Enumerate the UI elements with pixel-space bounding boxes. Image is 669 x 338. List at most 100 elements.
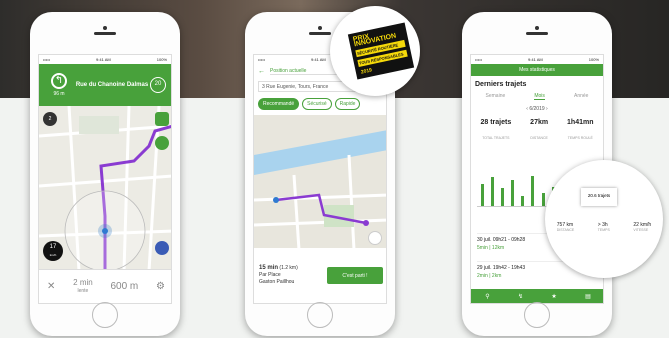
stats-header: Mes statistiques — [471, 64, 603, 76]
stats-title: Derniers trajets — [475, 81, 527, 88]
speed-limit-badge: 20 — [150, 77, 166, 93]
chevron-left-icon[interactable]: ‹ — [526, 106, 528, 112]
navigation-header: ↰ 96 m Rue du Chanoine Dalmas 20 — [39, 64, 171, 106]
recenter-button[interactable] — [155, 112, 169, 126]
phone-navigation: ••••• 9:41 AM 100% ↰ 96 m Rue du Chanoin… — [30, 12, 180, 336]
mag-stat: > 3h TEMPS — [598, 222, 610, 232]
turn-left-icon: ↰ — [51, 73, 67, 89]
award-badge: PRIX INNOVATION SÉCURITÉ ROUTIÈRE TOUS R… — [330, 6, 420, 96]
report-button[interactable] — [155, 241, 169, 255]
award-logo: PRIX INNOVATION SÉCURITÉ ROUTIÈRE TOUS R… — [347, 22, 415, 80]
kpi-label: TOTAL TRAJETS — [482, 136, 510, 140]
chart-bar — [480, 183, 484, 206]
chart-bar — [521, 196, 525, 206]
clock: 9:41 AM — [311, 57, 326, 62]
kpi-label: TEMPS ROULÉ — [567, 136, 593, 140]
speaker — [309, 32, 331, 35]
route-distance: (1.2 km) — [279, 265, 298, 271]
mag-label: DISTANCE — [556, 228, 575, 232]
carrier: ••••• — [475, 57, 483, 62]
home-button[interactable] — [524, 302, 550, 328]
kpi-distance: 27km DISTANCE — [530, 119, 548, 144]
start-button[interactable]: C'est parti ! — [327, 267, 383, 284]
speaker — [94, 32, 116, 35]
tab-week[interactable]: Semaine — [486, 93, 506, 100]
screen-navigation: ••••• 9:41 AM 100% ↰ 96 m Rue du Chanoin… — [38, 54, 172, 304]
tab-fast[interactable]: Rapide — [334, 98, 361, 110]
speaker — [526, 32, 548, 35]
mag-label: VITESSE — [633, 228, 649, 232]
turn-distance: 96 m — [53, 91, 65, 97]
kpi-value: 28 trajets — [480, 119, 512, 126]
date-selector[interactable]: ‹ 6/2019 › — [471, 102, 603, 116]
map-pin-icon[interactable]: ⚲ — [485, 293, 489, 300]
period-tabs: Semaine Mois Année — [471, 91, 603, 102]
status-bar: ••••• 9:41 AM 100% — [471, 55, 603, 64]
clock: 9:41 AM — [528, 57, 543, 62]
route-mode-tabs: Recommandé Sécurisé Rapide — [254, 95, 386, 113]
audio-button[interactable] — [155, 136, 169, 150]
trip-detail: 2min | 2km — [477, 273, 502, 279]
camera — [535, 26, 539, 30]
chevron-right-icon[interactable]: › — [546, 106, 548, 112]
speedometer: 17 km/h — [43, 241, 63, 261]
time-value: 2 min — [73, 277, 93, 287]
battery: 100% — [588, 57, 599, 62]
chart-bar — [490, 177, 494, 206]
compass-button[interactable]: 2 — [43, 112, 57, 126]
magnified-tooltip: 20.6 trajets — [581, 188, 617, 206]
route-summary: 15 min (1.2 km) Par Place Gaston Paillho… — [254, 248, 386, 303]
clock: 9:41 AM — [96, 57, 111, 62]
kpi-trips: 28 trajets TOTAL TRAJETS — [480, 119, 511, 144]
turn-indicator: ↰ 96 m — [44, 68, 74, 102]
street-name: Rue du Chanoine Dalmas — [75, 82, 149, 88]
selected-date: 6/2019 — [529, 106, 545, 112]
home-button[interactable] — [307, 302, 333, 328]
kpi-value: 27km — [530, 119, 549, 126]
gear-icon[interactable]: ⚙ — [156, 281, 165, 292]
kpi-value: 1h41mn — [567, 119, 594, 126]
camera — [318, 26, 322, 30]
star-icon[interactable]: ★ — [551, 293, 556, 300]
carrier: ••••• — [258, 57, 266, 62]
stats-magnifier: 20.6 trajets 757 km DISTANCE > 3h TEMPS 22… — [545, 160, 663, 278]
tab-secure[interactable]: Sécurisé — [302, 98, 332, 110]
magnified-stats: 757 km DISTANCE > 3h TEMPS 22 km/h VITESSE — [545, 222, 663, 232]
kpi-time: 1h41mn TEMPS ROULÉ — [567, 119, 593, 144]
navigation-map[interactable]: 2 17 km/h — [39, 106, 171, 271]
kpi-label: DISTANCE — [530, 136, 548, 140]
mag-stat: 22 km/h VITESSE — [633, 222, 651, 232]
remaining-time: 2 min lente — [73, 277, 93, 295]
mag-stat: 757 km DISTANCE — [557, 222, 574, 232]
tab-recommended[interactable]: Recommandé — [258, 98, 300, 110]
chart-bar — [541, 193, 545, 206]
route-info: 15 min (1.2 km) Par Place Gaston Paillho… — [259, 265, 298, 286]
bottom-tab-bar: ⚲ ↯ ★ ▤ — [471, 289, 603, 303]
tab-month[interactable]: Mois — [534, 93, 545, 100]
layers-button[interactable] — [368, 231, 382, 245]
stats-icon[interactable]: ▤ — [585, 293, 591, 300]
route-icon[interactable]: ↯ — [518, 293, 523, 300]
kpi-row: 28 trajets TOTAL TRAJETS 27km DISTANCE 1h4… — [471, 116, 603, 147]
speed-unit: km/h — [49, 253, 57, 257]
home-button[interactable] — [92, 302, 118, 328]
navigation-footer: ✕ 2 min lente 600 m ⚙ — [39, 269, 171, 303]
route-map[interactable] — [254, 115, 386, 250]
close-icon[interactable]: ✕ — [47, 281, 55, 292]
chart-bar — [531, 175, 535, 206]
back-arrow-icon[interactable]: ← — [258, 68, 265, 75]
map-canvas — [254, 115, 386, 250]
tab-year[interactable]: Année — [574, 93, 588, 100]
trip-title: 29 juil. 19h42 - 19h43 — [477, 265, 526, 271]
speed-value: 17 — [49, 244, 57, 250]
mag-label: TEMPS — [597, 228, 610, 232]
status-bar: ••••• 9:41 AM 100% — [39, 55, 171, 64]
via-label: Par Place — [259, 272, 281, 278]
chart-bar — [511, 180, 515, 206]
battery: 100% — [156, 57, 167, 62]
carrier: ••••• — [43, 57, 51, 62]
route-duration: 15 min — [259, 265, 279, 271]
via-street: Gaston Paillhou — [259, 279, 295, 285]
time-label: lente — [77, 287, 89, 294]
trip-title: 30 juil. 09h21 - 09h28 — [477, 237, 526, 243]
